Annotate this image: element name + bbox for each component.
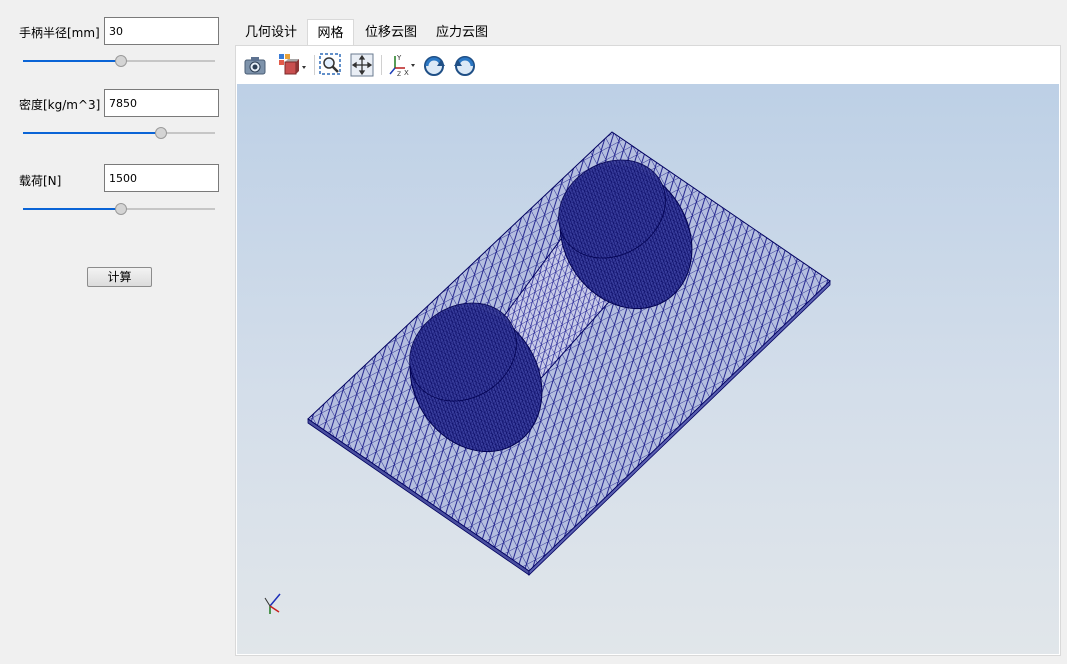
slider-fill <box>23 60 121 62</box>
calculate-button[interactable]: 计算 <box>87 267 152 287</box>
rotate-clockwise-button[interactable] <box>421 52 447 78</box>
tab-stress-contour[interactable]: 应力云图 <box>427 19 497 45</box>
svg-text:Z: Z <box>397 71 401 78</box>
rotate-counterclockwise-icon <box>454 56 475 76</box>
load-label: 载荷[N] <box>19 174 62 188</box>
mesh-model <box>264 131 831 614</box>
axes-dropdown-button[interactable]: Y X Z <box>387 52 417 78</box>
density-label: 密度[kg/m^3] <box>19 98 101 112</box>
zoom-box-button[interactable] <box>318 52 344 78</box>
screenshot-button[interactable] <box>242 52 268 78</box>
slider-fill <box>23 208 121 210</box>
handle-radius-slider[interactable] <box>23 53 215 69</box>
handle-radius-label: 手柄半径[mm] <box>19 26 100 40</box>
fit-all-icon <box>350 53 374 77</box>
fit-all-button[interactable] <box>349 52 375 78</box>
rotate-counterclockwise-button[interactable] <box>452 52 478 78</box>
mesh-panel: Y X Z <box>235 45 1061 656</box>
view-cube-dropdown-icon <box>279 54 306 75</box>
handle-radius-input[interactable] <box>104 17 219 45</box>
tab-mesh[interactable]: 网格 <box>307 19 354 45</box>
view-cube-dropdown-button[interactable] <box>278 52 308 78</box>
density-input[interactable] <box>104 89 219 117</box>
axes-dropdown-icon: Y X Z <box>389 54 415 78</box>
rotate-clockwise-icon <box>424 56 445 76</box>
svg-text:X: X <box>404 69 409 77</box>
slider-handle[interactable] <box>114 203 127 215</box>
load-slider[interactable] <box>23 201 215 217</box>
slider-fill <box>23 132 162 134</box>
density-slider[interactable] <box>23 125 215 141</box>
axis-triad <box>264 593 281 614</box>
view-toolbar: Y X Z <box>236 46 1060 84</box>
zoom-box-icon <box>319 53 341 75</box>
svg-text:Y: Y <box>396 54 402 62</box>
camera-icon <box>244 57 266 75</box>
slider-handle[interactable] <box>114 55 127 67</box>
toolbar-separator <box>381 55 382 75</box>
toolbar-separator <box>314 55 315 75</box>
slider-handle[interactable] <box>155 127 168 139</box>
tab-displacement-contour[interactable]: 位移云图 <box>356 19 426 45</box>
3d-viewport[interactable] <box>237 84 1059 654</box>
tab-geometry-design[interactable]: 几何设计 <box>236 19 306 45</box>
load-input[interactable] <box>104 164 219 192</box>
